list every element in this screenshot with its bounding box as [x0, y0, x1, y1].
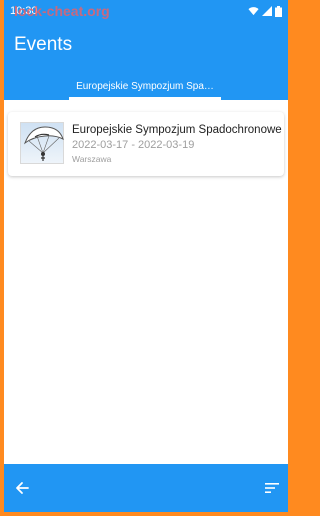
event-name: Europejskie Sympozjum Spadochronowe: [72, 124, 282, 136]
sort-icon: [265, 483, 279, 493]
event-card[interactable]: Europejskie Sympozjum Spadochronowe 2022…: [8, 112, 284, 176]
signal-icon: [262, 6, 272, 16]
tab-event[interactable]: Europejskie Sympozjum Spa…: [69, 72, 221, 100]
parachute-icon: [23, 126, 64, 161]
back-button[interactable]: [10, 476, 34, 500]
tab-label: Europejskie Sympozjum Spa…: [76, 80, 214, 92]
battery-icon: [275, 5, 282, 17]
event-thumbnail: [20, 122, 64, 164]
page-title: Events: [14, 34, 73, 55]
app-frame: 10:30 lock-cheat.org Events Europejskie …: [0, 0, 292, 516]
arrow-back-icon: [16, 482, 29, 494]
status-time: 10:30: [10, 5, 38, 17]
event-city: Warszawa: [72, 154, 112, 164]
status-bar: 10:30: [4, 0, 288, 22]
app-bar: Events Europejskie Sympozjum Spa…: [4, 22, 288, 100]
bottom-bar: [4, 464, 288, 512]
sort-button[interactable]: [260, 476, 284, 500]
wifi-icon: [248, 7, 259, 16]
event-dates: 2022-03-17 - 2022-03-19: [72, 139, 195, 151]
status-icons: [248, 5, 282, 17]
events-list: Europejskie Sympozjum Spadochronowe 2022…: [4, 100, 288, 464]
